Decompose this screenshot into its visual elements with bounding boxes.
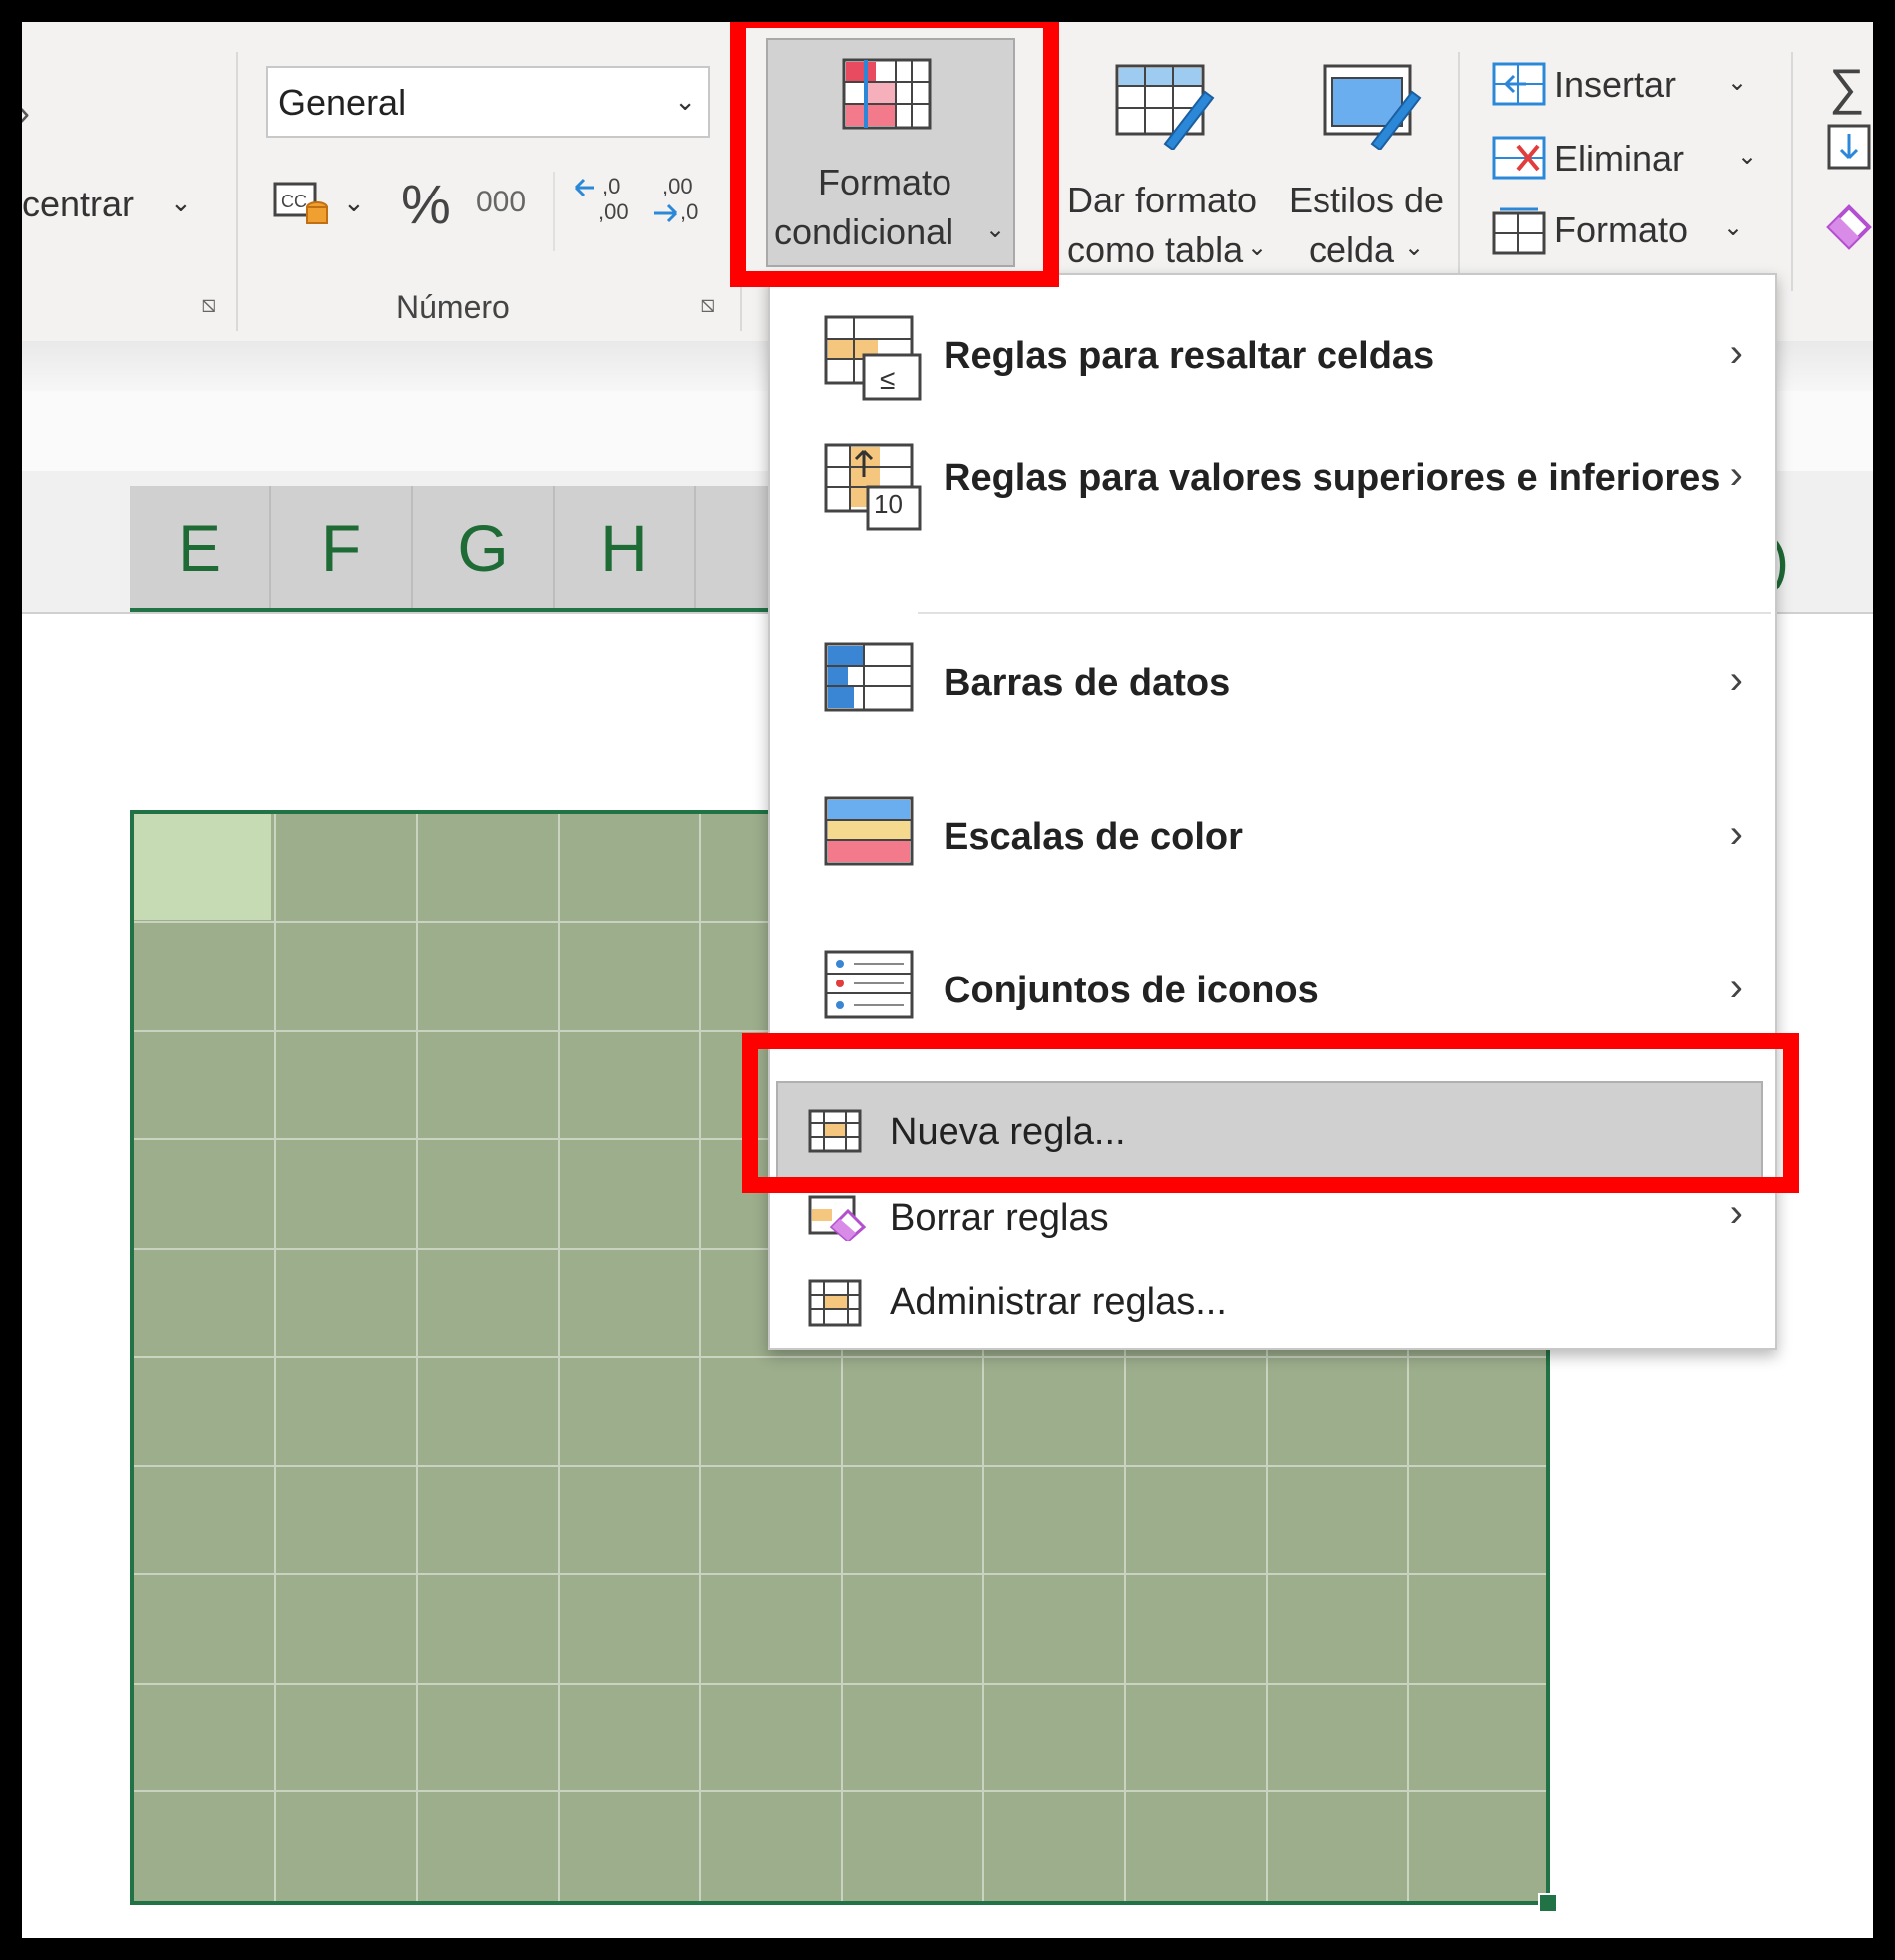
thousands-separator-button[interactable]: 000	[476, 186, 526, 219]
insert-label: Insertar	[1554, 64, 1677, 105]
number-format-combo[interactable]: General ⌄	[266, 66, 710, 138]
dialog-launcher-icon[interactable]: ⧅	[201, 291, 216, 319]
chevron-down-icon[interactable]: ⌄	[343, 188, 365, 218]
chevron-down-icon: ⌄	[1737, 143, 1758, 170]
icon-sets-icon	[824, 950, 914, 1019]
highlight-cells-rules-icon: ≤	[824, 315, 922, 401]
clear-rules-icon	[808, 1195, 867, 1241]
svg-text:CC: CC	[281, 192, 307, 211]
highlight-box-new-rule	[742, 1033, 1799, 1193]
partial-glyph: ›	[22, 92, 30, 134]
color-scales-icon	[824, 796, 914, 866]
highlight-box-conditional-formatting	[730, 22, 1059, 287]
svg-text:,0: ,0	[680, 199, 698, 224]
format-as-table-label-1: Dar formato	[1067, 180, 1258, 220]
merge-center-label[interactable]: centrar	[22, 184, 134, 225]
chevron-down-icon: ⌄	[1404, 234, 1425, 261]
chevron-down-icon: ⌄	[1723, 214, 1744, 241]
svg-text:,00: ,00	[598, 199, 629, 224]
svg-text:≤: ≤	[880, 364, 895, 395]
clear-eraser-icon[interactable]	[1825, 194, 1873, 253]
delete-cells-button[interactable]: Eliminar ⌄	[1492, 126, 1771, 190]
group-separator	[1458, 52, 1460, 291]
format-as-table-button[interactable]: Dar formato como tabla ⌄	[1047, 56, 1267, 285]
data-bars-label: Barras de datos	[944, 662, 1231, 704]
cell-styles-label-1: Estilos de	[1289, 180, 1445, 220]
chevron-right-icon: ›	[1729, 1191, 1743, 1235]
format-cells-icon	[1492, 207, 1546, 255]
column-header-g[interactable]: G	[413, 486, 555, 610]
chevron-right-icon: ›	[1729, 812, 1743, 856]
chevron-right-icon: ›	[1729, 658, 1743, 702]
color-scales-label: Escalas de color	[944, 816, 1243, 858]
format-as-table-label-2: como tabla	[1067, 229, 1244, 270]
chevron-down-icon: ⌄	[1247, 234, 1268, 261]
format-as-table-icon	[1115, 64, 1215, 152]
format-cells-button[interactable]: Formato ⌄	[1492, 199, 1771, 263]
cell-styles-label-2: celda	[1309, 229, 1395, 270]
screenshot-frame: › centrar ⌄ ⧅ General ⌄ CC ⌄ % 000 ,0 ,0…	[22, 22, 1873, 1938]
column-header-h[interactable]: H	[555, 486, 696, 610]
chevron-down-icon: ⌄	[674, 86, 696, 116]
delete-cells-icon	[1492, 136, 1546, 180]
menu-item-data-bars[interactable]: Barras de datos ›	[770, 614, 1771, 764]
decrease-decimal-icon[interactable]: ,00 ,0	[650, 172, 720, 241]
increase-decimal-icon[interactable]: ,0 ,00	[572, 172, 642, 241]
separator	[553, 172, 555, 251]
svg-text:,00: ,00	[662, 174, 693, 198]
insert-cells-icon	[1492, 62, 1546, 106]
chevron-down-icon[interactable]: ⌄	[170, 188, 191, 218]
column-header-e[interactable]: E	[130, 486, 271, 610]
menu-item-top-bottom-rules[interactable]: 10 Reglas para valores superiores e infe…	[770, 425, 1771, 575]
delete-label: Eliminar	[1554, 138, 1685, 179]
menu-item-color-scales[interactable]: Escalas de color ›	[770, 764, 1771, 914]
fill-down-icon[interactable]	[1825, 122, 1873, 172]
cell-styles-button[interactable]: Estilos de celda ⌄	[1267, 56, 1456, 285]
highlight-cells-rules-label: Reglas para resaltar celdas	[944, 335, 1435, 377]
menu-item-manage-rules[interactable]: Administrar reglas...	[770, 1261, 1771, 1341]
data-bars-icon	[824, 642, 914, 712]
manage-rules-label: Administrar reglas...	[890, 1281, 1227, 1323]
insert-cells-button[interactable]: Insertar ⌄	[1492, 52, 1771, 116]
autosum-button[interactable]: ∑	[1829, 58, 1865, 116]
accounting-format-icon[interactable]: CC	[273, 180, 331, 229]
fill-handle[interactable]	[1538, 1893, 1558, 1913]
chevron-right-icon: ›	[1729, 453, 1743, 497]
chevron-right-icon: ›	[1729, 966, 1743, 1009]
column-header-f[interactable]: F	[271, 486, 413, 610]
clear-rules-label: Borrar reglas	[890, 1197, 1109, 1239]
group-separator	[1791, 52, 1793, 291]
top-bottom-rules-label: Reglas para valores superiores e inferio…	[944, 457, 1721, 499]
cell-styles-icon	[1323, 64, 1422, 152]
group-label-number: Número	[396, 289, 510, 325]
menu-item-clear-rules[interactable]: Borrar reglas ›	[770, 1181, 1771, 1261]
icon-sets-label: Conjuntos de iconos	[944, 970, 1319, 1011]
column-selection-underline	[130, 608, 778, 612]
format-label: Formato	[1554, 209, 1689, 250]
svg-text:,0: ,0	[602, 174, 620, 198]
menu-item-highlight-cells-rules[interactable]: ≤ Reglas para resaltar celdas ›	[770, 275, 1771, 425]
top-bottom-icon-value: 10	[874, 489, 903, 519]
percent-style-button[interactable]: %	[401, 172, 451, 236]
dialog-launcher-icon[interactable]: ⧅	[700, 291, 715, 319]
manage-rules-icon	[808, 1279, 862, 1327]
chevron-right-icon: ›	[1729, 331, 1743, 375]
menu-item-icon-sets[interactable]: Conjuntos de iconos ›	[770, 914, 1771, 1053]
number-format-value: General	[278, 82, 407, 123]
chevron-down-icon: ⌄	[1727, 69, 1748, 96]
group-separator	[236, 52, 238, 331]
